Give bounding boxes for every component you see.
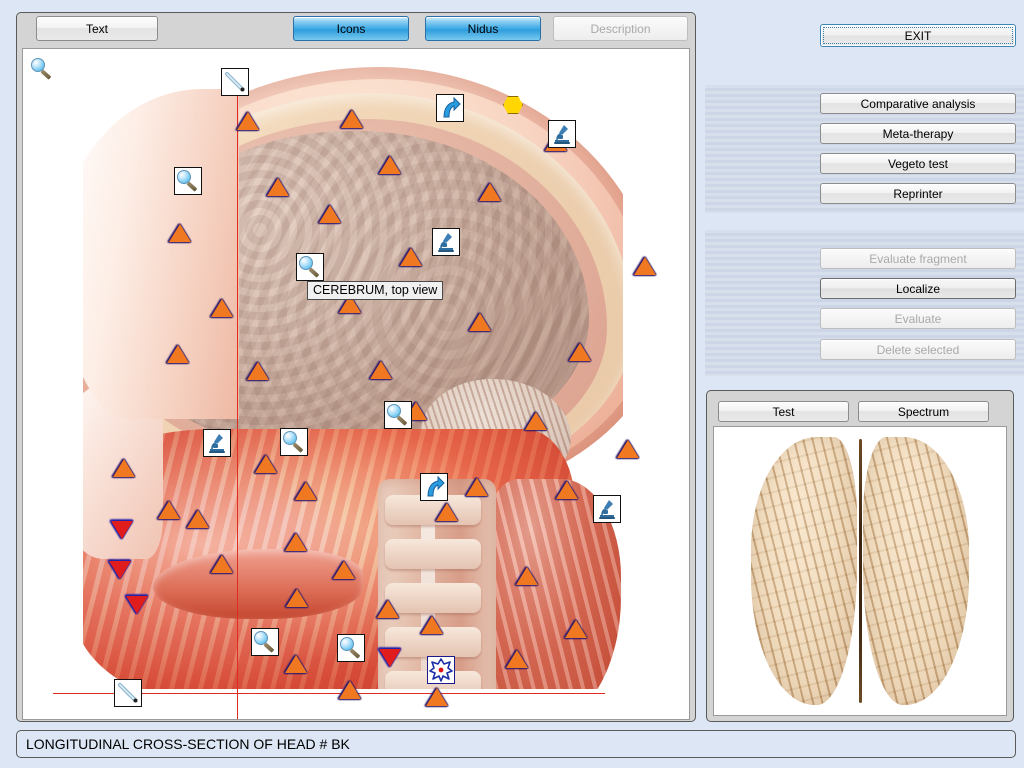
tab-icons[interactable]: Icons [293,16,409,41]
marker-triangle-up[interactable] [466,478,488,496]
head-cross-section-image [23,49,689,719]
tab-nidus[interactable]: Nidus [425,16,541,41]
crosshair-vertical-line [237,87,238,719]
marker-triangle-up[interactable] [187,510,209,528]
magnifier-icon[interactable] [337,634,365,662]
marker-triangle-up[interactable] [341,110,363,128]
marker-triangle-up[interactable] [285,655,307,673]
magnifier-icon[interactable] [31,58,53,80]
exit-button[interactable]: EXIT [820,24,1016,47]
application-window: Text Icons Nidus Description CEREBRUM, t… [0,0,1024,768]
marker-triangle-up[interactable] [421,616,443,634]
marker-triangle-up[interactable] [113,459,135,477]
meta-therapy-button[interactable]: Meta-therapy [820,123,1016,144]
marker-triangle-up[interactable] [436,503,458,521]
marker-tooltip: CEREBRUM, top view [307,281,444,300]
marker-triangle-up[interactable] [211,299,233,317]
marker-triangle-up[interactable] [426,688,448,706]
microscope-icon[interactable] [548,120,576,148]
marker-triangle-up[interactable] [255,455,277,473]
microscope-icon[interactable] [203,429,231,457]
marker-triangle-up[interactable] [634,257,656,275]
marker-triangle-up[interactable] [295,482,317,500]
localize-button[interactable]: Localize [820,278,1016,299]
marker-triangle-down[interactable] [109,561,131,579]
reprinter-button[interactable]: Reprinter [820,183,1016,204]
marker-triangle-up[interactable] [169,224,191,242]
marker-triangle-up[interactable] [167,345,189,363]
marker-triangle-up[interactable] [569,343,591,361]
marker-triangle-up[interactable] [370,361,392,379]
magnifier-icon[interactable] [384,401,412,429]
marker-triangle-up[interactable] [377,600,399,618]
marker-triangle-up[interactable] [516,567,538,585]
marker-triangle-down[interactable] [111,521,133,539]
marker-triangle-up[interactable] [506,650,528,668]
marker-triangle-up[interactable] [400,248,422,266]
marker-triangle-up[interactable] [247,362,269,380]
evaluate-button[interactable]: Evaluate [820,308,1016,329]
microscope-icon[interactable] [432,228,460,256]
star-burst-icon[interactable] [427,656,455,684]
marker-triangle-up[interactable] [469,313,491,331]
magnifier-icon[interactable] [280,428,308,456]
marker-triangle-up[interactable] [286,589,308,607]
marker-triangle-up[interactable] [379,156,401,174]
top-toolbar: Text Icons Nidus Description [16,12,690,48]
curved-arrow-icon[interactable] [436,94,464,122]
needle-icon[interactable] [114,679,142,707]
tab-text[interactable]: Text [36,16,158,41]
marker-triangle-up[interactable] [617,440,639,458]
marker-triangle-up[interactable] [333,561,355,579]
status-bar: LONGITUDINAL CROSS-SECTION OF HEAD # BK [16,730,1016,758]
marker-triangle-up[interactable] [158,501,180,519]
marker-triangle-up[interactable] [525,412,547,430]
marker-triangle-up[interactable] [285,533,307,551]
magnifier-icon[interactable] [174,167,202,195]
marker-triangle-up[interactable] [237,112,259,130]
marker-triangle-down[interactable] [126,596,148,614]
status-bar-text: LONGITUDINAL CROSS-SECTION OF HEAD # BK [26,736,350,752]
brain-top-view-image [751,437,969,705]
comparative-analysis-button[interactable]: Comparative analysis [820,93,1016,114]
magnifier-icon[interactable] [296,253,324,281]
evaluate-fragment-button[interactable]: Evaluate fragment [820,248,1016,269]
needle-icon[interactable] [221,68,249,96]
test-button[interactable]: Test [718,401,849,422]
marker-triangle-up[interactable] [479,183,501,201]
preview-image-viewport[interactable] [713,426,1007,716]
microscope-icon[interactable] [593,495,621,523]
curved-arrow-icon[interactable] [420,473,448,501]
marker-triangle-up[interactable] [211,555,233,573]
marker-triangle-up[interactable] [565,620,587,638]
vegeto-test-button[interactable]: Vegeto test [820,153,1016,174]
delete-selected-button[interactable]: Delete selected [820,339,1016,360]
marker-triangle-up[interactable] [556,481,578,499]
marker-triangle-up[interactable] [319,205,341,223]
spectrum-button[interactable]: Spectrum [858,401,989,422]
marker-triangle-down[interactable] [379,649,401,667]
tab-description[interactable]: Description [553,16,688,41]
marker-triangle-up[interactable] [267,178,289,196]
marker-triangle-up[interactable] [339,681,361,699]
magnifier-icon[interactable] [251,628,279,656]
image-viewport[interactable]: CEREBRUM, top view [22,48,690,720]
